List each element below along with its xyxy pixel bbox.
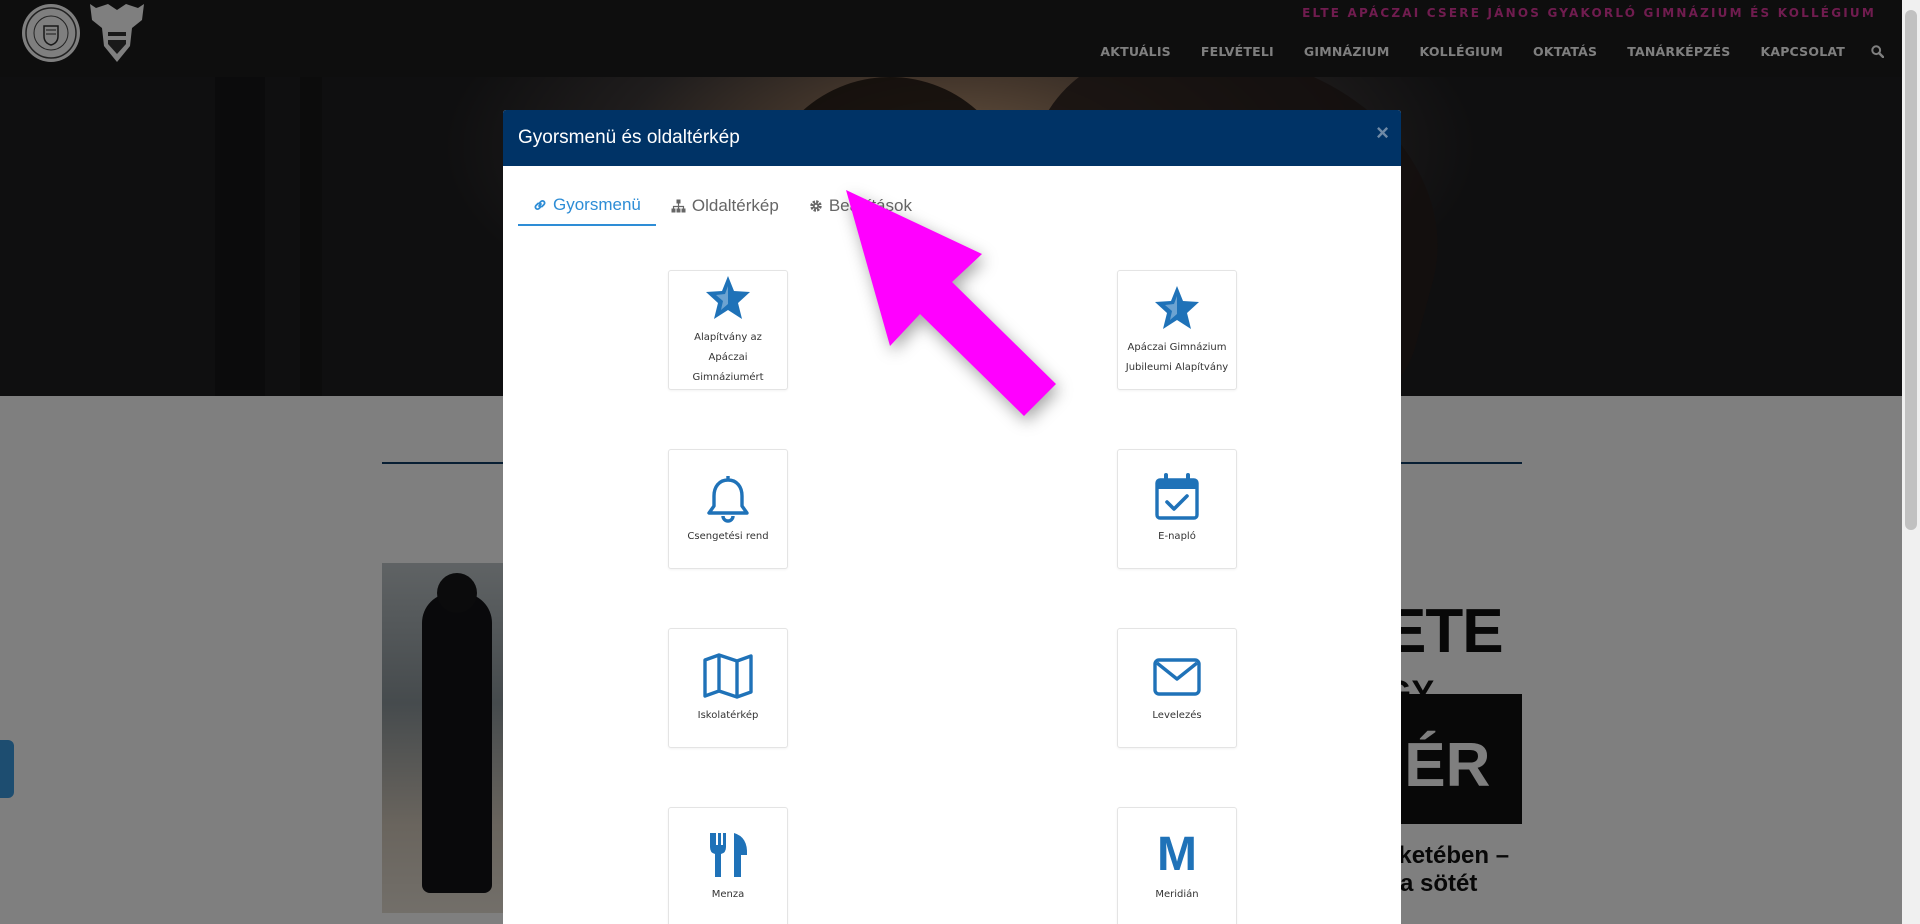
- quick-tile-levelezes[interactable]: Levelezés: [1117, 628, 1237, 748]
- tile-label: Alapítvány az Apáczai Gimnáziumért: [692, 332, 764, 383]
- close-button[interactable]: ×: [1376, 122, 1389, 144]
- tab-oldalterkep[interactable]: Oldaltérkép: [656, 185, 794, 226]
- star-icon: [706, 276, 750, 319]
- link-icon: [534, 199, 546, 210]
- quick-tile-csengetesi-rend[interactable]: Csengetési rend: [668, 449, 788, 569]
- tile-label: Csengetési rend: [687, 531, 769, 542]
- envelope-icon: [1153, 658, 1201, 696]
- tile-label: Apáczai Gimnázium Jubileumi Alapítvány: [1125, 342, 1229, 373]
- quick-tile-e-naplo[interactable]: E-napló: [1117, 449, 1237, 569]
- quick-tile-alapitvany[interactable]: Alapítvány az Apáczai Gimnáziumért: [668, 270, 788, 390]
- tile-label: E-napló: [1158, 531, 1196, 542]
- tile-label: Levelezés: [1152, 710, 1202, 721]
- quick-tile-meridian[interactable]: M Meridián: [1117, 807, 1237, 924]
- scrollbar-thumb[interactable]: [1905, 10, 1917, 530]
- meridian-m-icon: M: [1157, 828, 1197, 881]
- calendar-check-icon: [1155, 473, 1199, 520]
- map-icon: [703, 653, 753, 699]
- bell-icon: [707, 476, 749, 523]
- sitemap-icon: [671, 199, 686, 212]
- quick-tile-iskolaterkep[interactable]: Iskolatérkép: [668, 628, 788, 748]
- cutlery-icon: [710, 833, 748, 877]
- page-scrollbar[interactable]: [1902, 0, 1920, 924]
- tab-label: Oldaltérkép: [691, 195, 779, 215]
- annotation-arrow: [846, 190, 1056, 416]
- tile-label: Meridián: [1155, 889, 1199, 900]
- tile-label: Iskolatérkép: [697, 710, 759, 721]
- star-icon: [1155, 286, 1199, 329]
- quick-tile-jubileumi-alapitvany[interactable]: Apáczai Gimnázium Jubileumi Alapítvány: [1117, 270, 1237, 390]
- modal-header: Gyorsmenü és oldaltérkép: [503, 110, 1401, 166]
- tab-gyorsmenu[interactable]: Gyorsmenü: [518, 185, 656, 226]
- tab-label: Gyorsmenü: [553, 194, 641, 214]
- gear-icon: [810, 199, 822, 212]
- tile-label: Menza: [711, 889, 745, 900]
- modal-title: Gyorsmenü és oldaltérkép: [518, 127, 740, 148]
- quick-tile-menza[interactable]: Menza: [668, 807, 788, 924]
